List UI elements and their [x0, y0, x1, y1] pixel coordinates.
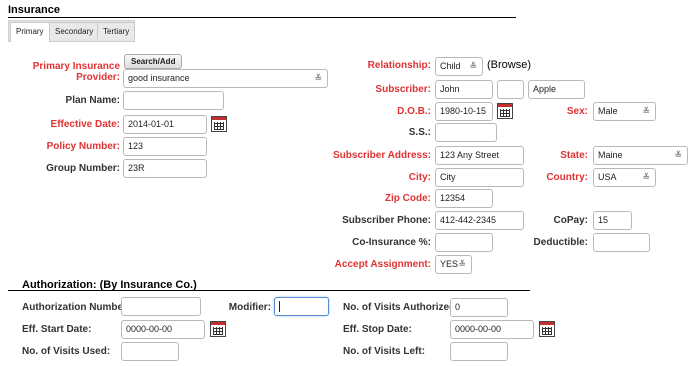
- tab-primary[interactable]: Primary: [10, 22, 50, 42]
- group-number-label: Group Number:: [46, 163, 120, 174]
- coinsurance-input[interactable]: [435, 233, 493, 252]
- deductible-input[interactable]: [593, 233, 650, 252]
- sex-label: Sex:: [566, 106, 588, 117]
- chevron-updown-icon: ≚: [642, 106, 650, 116]
- subscriber-phone-input[interactable]: 412-442-2345: [435, 211, 524, 230]
- modifier-input[interactable]: [274, 297, 329, 316]
- eff-stop-date-input[interactable]: 0000-00-00: [450, 320, 534, 339]
- chevron-updown-icon: ≚: [458, 259, 466, 269]
- zip-code-label: Zip Code:: [384, 193, 431, 204]
- city-input[interactable]: City: [435, 168, 524, 187]
- chevron-updown-icon: ≚: [469, 61, 477, 71]
- policy-number-input[interactable]: 123: [123, 137, 207, 156]
- relationship-label: Relationship:: [367, 60, 431, 71]
- plan-name-input[interactable]: [123, 91, 224, 110]
- provider-select-value: good insurance: [128, 73, 190, 83]
- eff-stop-date-label: Eff. Stop Date:: [343, 324, 412, 335]
- calendar-icon[interactable]: [211, 116, 227, 132]
- ss-input[interactable]: [435, 123, 497, 142]
- city-label: City:: [408, 172, 431, 183]
- chevron-updown-icon: ≚: [674, 150, 682, 160]
- visits-used-input[interactable]: [121, 342, 179, 361]
- copay-label: CoPay:: [553, 215, 588, 226]
- tab-secondary[interactable]: Secondary: [49, 22, 100, 39]
- subscriber-phone-label: Subscriber Phone:: [342, 215, 431, 226]
- coinsurance-label: Co-Insurance %:: [352, 237, 431, 248]
- eff-start-date-input[interactable]: 0000-00-00: [121, 320, 205, 339]
- state-value: Maine: [598, 150, 623, 160]
- plan-name-label: Plan Name:: [65, 95, 120, 106]
- country-value: USA: [598, 172, 617, 182]
- sex-select[interactable]: Male ≚: [593, 102, 656, 121]
- subscriber-address-label: Subscriber Address:: [333, 150, 431, 161]
- authorization-number-label: Authorization Number:: [22, 302, 131, 313]
- effective-date-label: Effective Date:: [50, 119, 120, 130]
- calendar-icon[interactable]: [497, 103, 513, 119]
- visits-authorized-input[interactable]: 0: [450, 298, 508, 317]
- section-title: Insurance: [8, 4, 60, 16]
- subscriber-address-input[interactable]: 123 Any Street: [435, 146, 524, 165]
- zip-code-input[interactable]: 12354: [435, 189, 493, 208]
- calendar-icon[interactable]: [210, 321, 226, 337]
- visits-used-label: No. of Visits Used:: [22, 346, 111, 357]
- subscriber-middle-input[interactable]: [497, 80, 524, 99]
- visits-authorized-label: No. of Visits Authorized:: [343, 302, 459, 313]
- accept-assignment-select[interactable]: YES ≚: [435, 255, 472, 274]
- chevron-updown-icon: ≚: [642, 172, 650, 182]
- relationship-select[interactable]: Child ≚: [435, 57, 483, 76]
- policy-number-label: Policy Number:: [46, 141, 120, 152]
- copay-input[interactable]: 15: [593, 211, 632, 230]
- authorization-number-input[interactable]: [121, 297, 201, 316]
- text-caret: [279, 301, 280, 313]
- search-add-button[interactable]: Search/Add: [124, 54, 183, 69]
- provider-label-line2: Provider:: [76, 72, 120, 83]
- dob-label: D.O.B.:: [397, 106, 431, 117]
- effective-date-input[interactable]: 2014-01-01: [123, 115, 207, 134]
- country-label: Country:: [546, 172, 588, 183]
- provider-label-line1: Primary Insurance: [32, 61, 120, 72]
- state-label: State:: [560, 150, 588, 161]
- accept-assignment-label: Accept Assignment:: [334, 259, 431, 270]
- accept-assignment-value: YES: [440, 259, 459, 269]
- sex-value: Male: [598, 106, 618, 116]
- visits-left-label: No. of Visits Left:: [343, 346, 426, 357]
- state-select[interactable]: Maine ≚: [593, 146, 688, 165]
- subscriber-last-input[interactable]: Apple: [528, 80, 585, 99]
- visits-left-input[interactable]: [450, 342, 508, 361]
- provider-select[interactable]: good insurance ≚: [123, 69, 328, 88]
- relationship-value: Child: [440, 61, 461, 71]
- browse-link[interactable]: (Browse): [487, 59, 531, 71]
- modifier-label: Modifier:: [228, 302, 271, 313]
- subscriber-first-input[interactable]: John: [435, 80, 493, 99]
- subscriber-label: Subscriber:: [375, 84, 431, 95]
- section-divider: [8, 17, 516, 18]
- authorization-divider: [8, 290, 530, 291]
- deductible-label: Deductible:: [533, 237, 588, 248]
- ss-label: S.S.:: [408, 127, 431, 138]
- tab-tertiary[interactable]: Tertiary: [97, 22, 136, 39]
- country-select[interactable]: USA ≚: [593, 168, 656, 187]
- chevron-updown-icon: ≚: [314, 73, 322, 83]
- calendar-icon[interactable]: [539, 321, 555, 337]
- eff-start-date-label: Eff. Start Date:: [22, 324, 92, 335]
- dob-input[interactable]: 1980-10-15: [435, 102, 493, 121]
- group-number-input[interactable]: 23R: [123, 159, 207, 178]
